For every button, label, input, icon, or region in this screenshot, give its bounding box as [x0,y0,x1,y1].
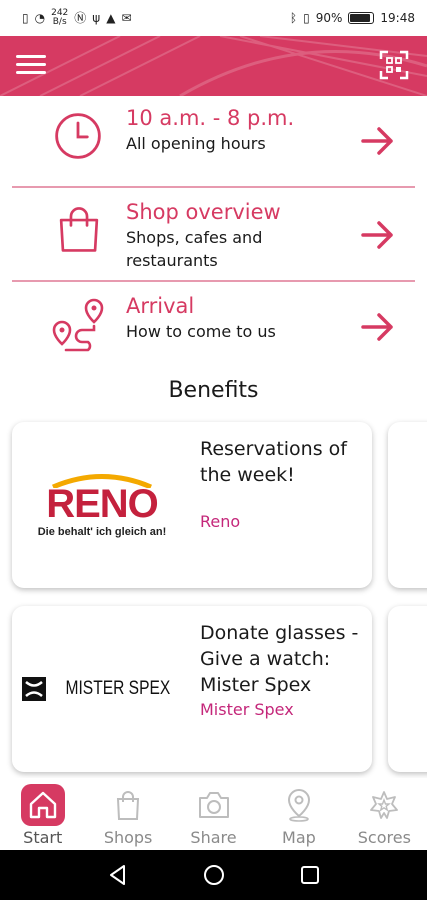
shop-overview-title: Shop overview [126,200,281,224]
clock-icon [55,113,101,159]
arrow-right-icon[interactable] [361,312,395,342]
vibrate-icon: ▯ [303,11,310,25]
mister-spex-mark [22,677,47,701]
arrival-title: Arrival [126,294,195,318]
mister-spex-logo: MISTER SPEX [12,606,192,772]
nav-shops[interactable]: Shops [85,778,170,850]
home-circle-icon[interactable] [202,863,226,887]
benefit-card-reno[interactable]: RENO Die behalt' ich gleich an! Reservat… [12,422,372,588]
back-icon[interactable] [106,863,130,887]
star-badge-icon [362,784,406,826]
menu-line [16,71,46,74]
recents-icon[interactable] [298,863,322,887]
app-header [0,36,427,96]
benefit-card-title: Reservations of the week! [200,438,347,486]
arrival-row[interactable]: Arrival How to come to us [12,284,415,360]
benefit-card-brand: Mister Spex [200,700,294,719]
nav-start[interactable]: Start [0,778,85,850]
map-pin-icon [277,784,321,826]
battery-icon [348,12,375,24]
benefit-card-peek[interactable] [388,422,427,588]
android-icon: ▲ [106,11,116,25]
sim-icon: ▯ [22,11,29,25]
shopping-bag-icon [106,784,150,826]
camera-icon [192,784,236,826]
menu-line [16,63,46,66]
reno-logo-word: RENO [46,482,159,526]
network-speed: 242 B/s [51,9,68,27]
divider [12,280,415,282]
opening-hours-title: 10 a.m. - 8 p.m. [126,106,295,130]
status-bar: ▯ ◔ 242 B/s Ⓝ ψ ▲ ✉ ᛒ ▯ 90% 19:48 [0,0,427,36]
nav-label: Scores [357,828,411,847]
network-speed-unit: B/s [52,17,67,27]
header-background-pattern [0,36,427,96]
benefit-card-peek[interactable] [388,606,427,772]
mail-icon: ✉ [121,11,132,25]
reno-logo-tagline: Die behalt' ich gleich an! [37,526,167,538]
benefit-card-title: Donate glasses - Give a watch: Mister Sp… [200,622,359,696]
opening-hours-row[interactable]: 10 a.m. - 8 p.m. All opening hours [12,100,415,186]
arrival-subtitle: How to come to us [126,322,276,341]
menu-button[interactable] [14,50,48,82]
qr-scanner-icon[interactable] [379,50,409,80]
nav-share[interactable]: Share [171,778,256,850]
nav-scores[interactable]: Scores [342,778,427,850]
nfc-icon: Ⓝ [74,11,87,25]
shopping-bag-icon [59,207,99,252]
route-icon [52,298,104,352]
shop-overview-subtitle: Shops, cafes and restaurants [126,228,263,270]
nav-label: Start [23,828,63,847]
clock-time: 19:48 [380,11,415,25]
system-navigation-bar [0,850,427,900]
battery-percent: 90% [315,11,343,25]
mister-spex-logo-word: MISTER SPEX [65,678,171,699]
bluetooth-icon: ᛒ [289,11,298,25]
home-icon [20,784,65,826]
benefit-card-mister-spex[interactable]: MISTER SPEX Donate glasses - Give a watc… [12,606,372,772]
nav-map[interactable]: Map [256,778,341,850]
reno-logo: RENO Die behalt' ich gleich an! [12,422,192,588]
bottom-navigation: Start Shops Share Map Scores [0,778,427,850]
benefits-heading: Benefits [168,378,259,403]
shop-overview-row[interactable]: Shop overview Shops, cafes and restauran… [12,190,415,280]
wifi-icon: ◔ [34,11,46,25]
nav-label: Shops [103,828,153,847]
benefit-card-brand: Reno [200,512,241,531]
divider [12,186,415,188]
opening-hours-subtitle: All opening hours [126,134,266,153]
nav-label: Map [282,828,316,847]
arrow-right-icon[interactable] [361,220,395,250]
nav-label: Share [190,828,237,847]
usb-icon: ψ [92,11,101,25]
arrow-right-icon[interactable] [361,126,395,156]
hamburger-menu-icon [16,55,46,58]
